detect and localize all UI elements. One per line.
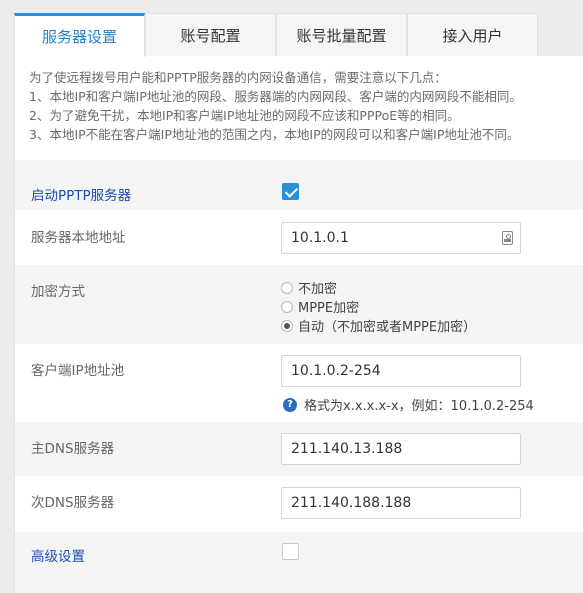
radio-icon [281,300,293,313]
primary-dns-input[interactable]: 211.140.13.188 [281,433,521,465]
notice-line: 1、本地IP和客户端IP地址池的网段、服务器端的内网网段、客户端的内网网段不能相… [29,89,522,104]
advanced-settings-label: 高级设置 [31,549,85,565]
notice-line: 2、为了避免干扰，本地IP和客户端IP地址池的网段不应该和PPPoE等的相同。 [29,108,460,123]
encryption-option-auto[interactable]: 自动（不加密或者MPPE加密） [281,316,476,335]
tab-bar: 服务器设置 账号配置 账号批量配置 接入用户 [14,13,538,57]
contact-card-icon [502,231,513,245]
tab-server-settings[interactable]: 服务器设置 [14,13,145,57]
client-ip-pool-row: 客户端IP地址池 10.1.0.2-254 ? 格式为x.x.x.x-x，例如：… [15,344,583,422]
client-ip-pool-value: 10.1.0.2-254 [291,363,381,379]
enable-pptp-row: 启动PPTP服务器 [15,160,583,210]
advanced-settings-checkbox[interactable] [282,543,299,560]
primary-dns-row: 主DNS服务器 211.140.13.188 [15,422,583,476]
encryption-option-none[interactable]: 不加密 [281,278,337,297]
enable-pptp-label: 启动PPTP服务器 [31,188,132,204]
tab-batch-account-config[interactable]: 账号批量配置 [276,13,407,56]
client-ip-pool-hint-text: 格式为x.x.x.x-x，例如：10.1.0.2-254 [304,399,534,414]
encryption-option-label: 不加密 [298,282,338,297]
notice-line: 为了使远程拨号用户能和PPTP服务器的内网设备通信，需要注意以下几点： [29,70,447,85]
encryption-option-label: MPPE加密 [298,301,360,316]
client-ip-pool-hint: ? 格式为x.x.x.x-x，例如：10.1.0.2-254 [283,395,534,414]
encryption-row: 加密方式 不加密 MPPE加密 自动（不加密或者MPPE加密） [15,265,583,344]
server-local-ip-row: 服务器本地地址 10.1.0.1 [15,210,583,265]
secondary-dns-label: 次DNS服务器 [31,495,115,511]
radio-icon [281,281,293,294]
tab-account-config[interactable]: 账号配置 [145,13,276,56]
help-icon: ? [283,397,297,412]
client-ip-pool-label: 客户端IP地址池 [31,363,125,379]
server-local-ip-label: 服务器本地地址 [31,230,126,246]
secondary-dns-input[interactable]: 211.140.188.188 [281,487,521,519]
server-local-ip-value: 10.1.0.1 [291,230,349,246]
secondary-dns-value: 211.140.188.188 [291,495,412,511]
primary-dns-value: 211.140.13.188 [291,441,403,457]
secondary-dns-row: 次DNS服务器 211.140.188.188 [15,476,583,532]
settings-panel: 为了使远程拨号用户能和PPTP服务器的内网设备通信，需要注意以下几点： 1、本地… [14,56,583,593]
advanced-settings-row: 高级设置 [15,532,583,593]
radio-selected-icon [281,319,293,332]
encryption-option-label: 自动（不加密或者MPPE加密） [298,320,477,335]
encryption-option-mppe[interactable]: MPPE加密 [281,297,359,316]
server-local-ip-input[interactable]: 10.1.0.1 [281,222,521,254]
notice-line: 3、本地IP不能在客户端IP地址池的范围之内，本地IP的网段可以和客户端IP地址… [29,127,520,142]
encryption-label: 加密方式 [31,284,85,300]
notice-text: 为了使远程拨号用户能和PPTP服务器的内网设备通信，需要注意以下几点： 1、本地… [15,56,583,160]
client-ip-pool-input[interactable]: 10.1.0.2-254 [281,355,521,387]
tab-connected-users[interactable]: 接入用户 [407,13,538,56]
primary-dns-label: 主DNS服务器 [31,441,115,457]
enable-pptp-checkbox[interactable] [282,183,299,200]
